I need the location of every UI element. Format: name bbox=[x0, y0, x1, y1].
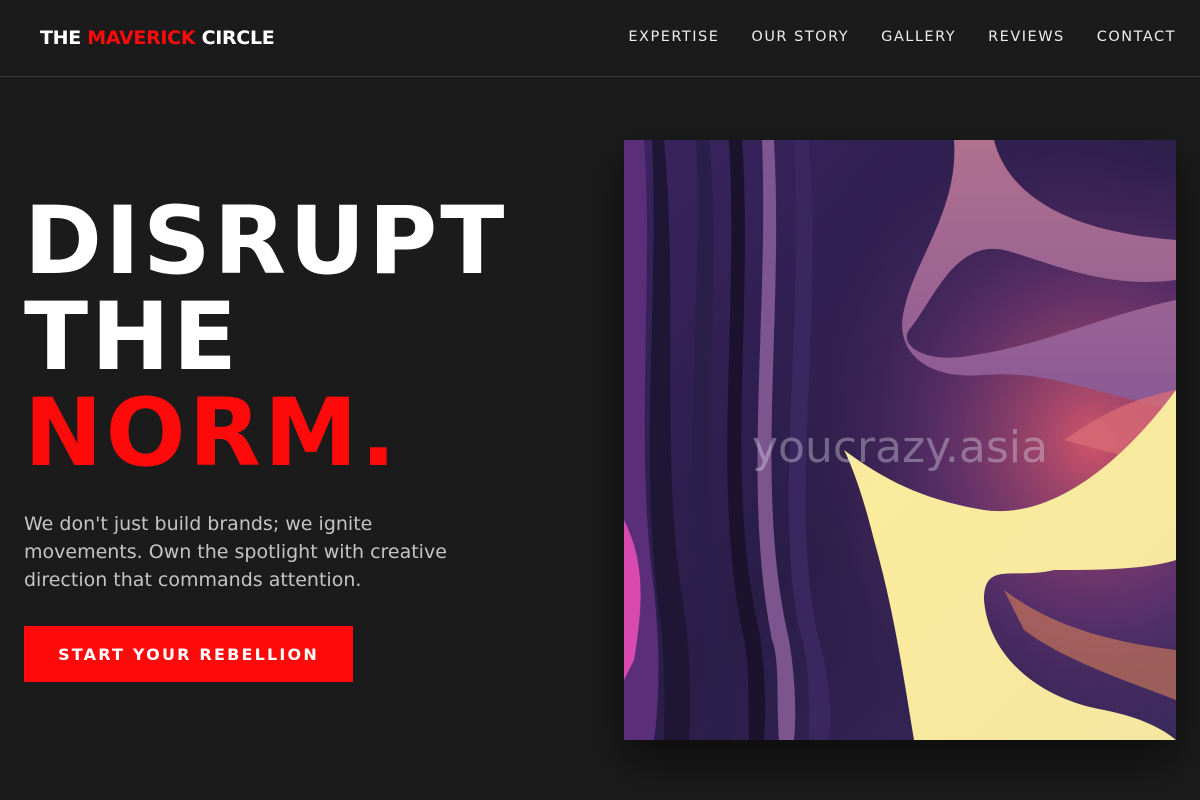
image-watermark: youcrazy.asia bbox=[751, 422, 1048, 473]
nav-link-expertise[interactable]: EXPERTISE bbox=[628, 27, 719, 47]
brand-logo[interactable]: THE MAVERICK CIRCLE bbox=[40, 26, 275, 50]
nav-link-reviews[interactable]: REVIEWS bbox=[988, 27, 1065, 47]
top-navbar: THE MAVERICK CIRCLE EXPERTISE OUR STORY … bbox=[0, 0, 1200, 77]
nav-link-contact[interactable]: CONTACT bbox=[1097, 27, 1176, 47]
brand-logo-part3: CIRCLE bbox=[195, 27, 275, 49]
headline-line-1: DISRUPT bbox=[24, 187, 508, 296]
brand-logo-part2: MAVERICK bbox=[87, 27, 196, 49]
main-nav: EXPERTISE OUR STORY GALLERY REVIEWS CONT… bbox=[628, 27, 1176, 47]
nav-link-our-story[interactable]: OUR STORY bbox=[751, 27, 849, 47]
headline-line-3: NORM. bbox=[24, 379, 400, 488]
headline-line-2: THE bbox=[24, 283, 241, 392]
nav-link-gallery[interactable]: GALLERY bbox=[881, 27, 956, 47]
hero-artwork: youcrazy.asia bbox=[624, 140, 1176, 740]
brand-logo-part1: THE bbox=[40, 27, 88, 49]
hero-description: We don't just build brands; we ignite mo… bbox=[24, 513, 447, 591]
hero-headline: DISRUPT THE NORM. bbox=[24, 194, 507, 482]
start-rebellion-button[interactable]: START YOUR REBELLION bbox=[24, 626, 353, 682]
